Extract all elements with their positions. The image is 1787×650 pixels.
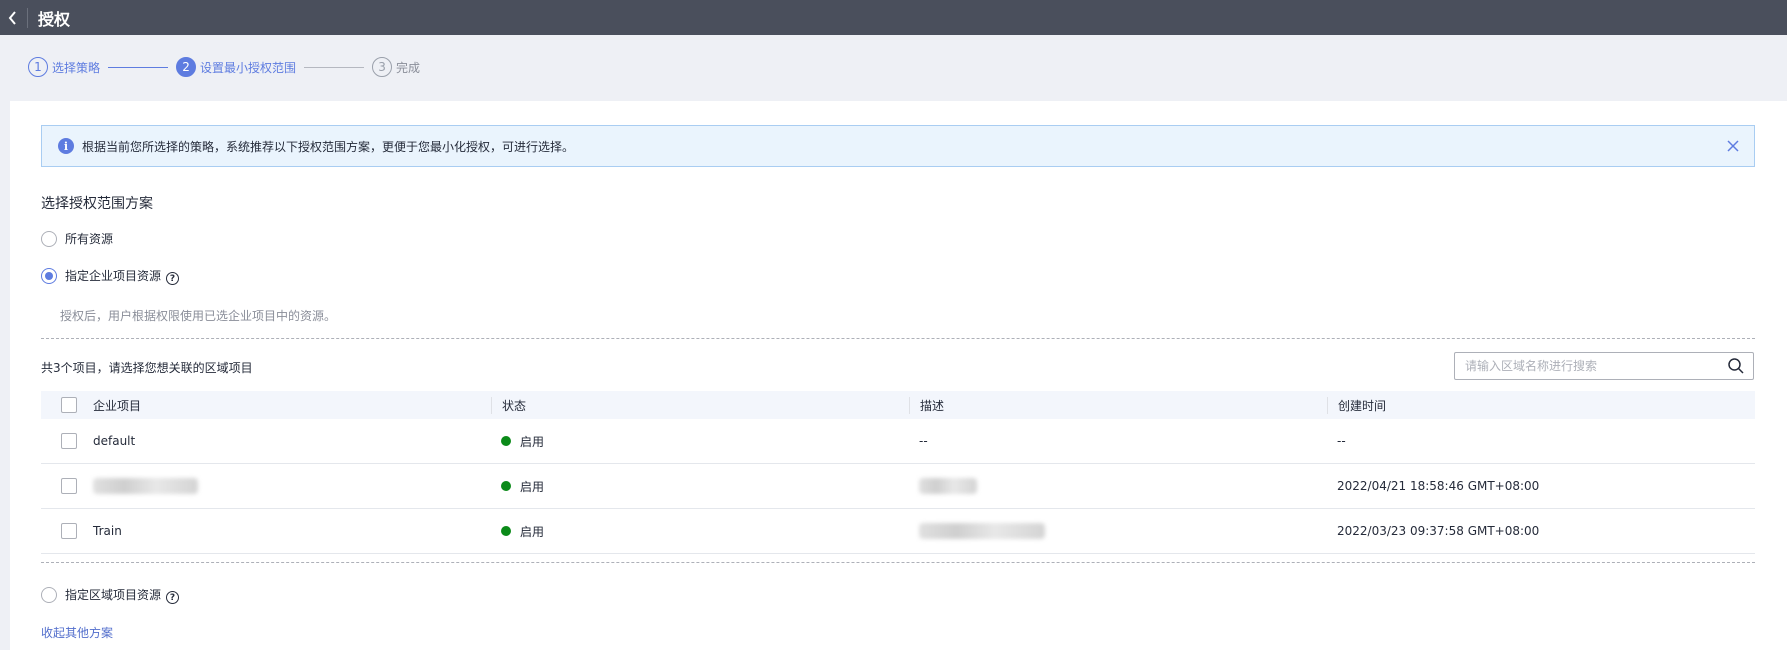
back-button[interactable] (3, 0, 23, 35)
status-cell: 启用 (491, 523, 909, 540)
column-header: 创建时间 (1327, 396, 1755, 414)
help-icon[interactable]: ? (166, 272, 180, 285)
status-cell: 启用 (491, 433, 909, 450)
steps-bar: 1 选择策略 2 设置最小授权范围 3 完成 (28, 56, 420, 78)
radio-region-project[interactable] (41, 586, 57, 603)
table-row: default 启用 -- -- (41, 419, 1755, 464)
collapse-options-link[interactable]: 收起其他方案 (41, 624, 113, 641)
project-cell (41, 478, 491, 494)
status-cell: 启用 (491, 478, 909, 495)
option-all-resources[interactable]: 所有资源 (41, 230, 113, 247)
project-name: Train (93, 524, 122, 538)
status-text: 启用 (520, 434, 545, 449)
created-time-cell: 2022/04/21 18:58:46 GMT+08:00 (1337, 479, 1540, 493)
step-number: 1 (28, 57, 48, 77)
project-cell: Train (41, 523, 491, 539)
notice-text: 根据当前您所选择的策略，系统推荐以下授权范围方案，更便于您最小化授权，可进行选择… (82, 139, 575, 154)
column-header: 描述 (909, 396, 1327, 414)
chevron-left-icon (8, 10, 16, 25)
project-table: 企业项目 状态 描述 创建时间 default 启用 -- -- 启用 2022… (41, 391, 1755, 554)
option-hint: 授权后，用户根据权限使用已选企业项目中的资源。 (60, 309, 337, 323)
project-count-text: 共3个项目，请选择您想关联的区域项目 (41, 361, 253, 375)
region-search-input[interactable] (1455, 353, 1727, 379)
redacted-description (919, 478, 977, 494)
step-label: 选择策略 (52, 60, 101, 75)
top-bar: 授权 (0, 0, 1787, 35)
created-time-cell: -- (1337, 434, 1346, 448)
select-all-checkbox[interactable] (61, 397, 77, 413)
step-select-policy: 1 选择策略 (28, 57, 100, 77)
status-dot-icon (501, 526, 511, 536)
step-label: 设置最小授权范围 (200, 60, 297, 75)
project-cell: default (41, 433, 491, 449)
dashed-divider (41, 562, 1755, 563)
step-connector (304, 66, 365, 68)
region-search-box[interactable] (1454, 352, 1754, 380)
step-label: 完成 (396, 60, 421, 75)
status-text: 启用 (520, 524, 545, 539)
description-cell: -- (919, 434, 928, 448)
project-name: default (93, 434, 136, 448)
column-header: 企业项目 (93, 398, 142, 413)
radio-enterprise-project[interactable] (41, 267, 57, 284)
table-header: 企业项目 状态 描述 创建时间 (41, 391, 1755, 419)
radio-all-resources[interactable] (41, 230, 57, 247)
radio-label: 指定企业项目资源 (65, 269, 162, 283)
divider (27, 7, 28, 28)
table-row: 启用 2022/04/21 18:58:46 GMT+08:00 (41, 464, 1755, 509)
step-set-scope: 2 设置最小授权范围 (176, 57, 296, 77)
step-finish: 3 完成 (372, 57, 420, 77)
step-number: 2 (176, 57, 197, 77)
step-connector (108, 66, 169, 68)
status-dot-icon (501, 481, 511, 491)
row-checkbox[interactable] (61, 478, 77, 494)
option-enterprise-project[interactable]: 指定企业项目资源 ? (41, 266, 180, 285)
row-checkbox[interactable] (61, 433, 77, 449)
radio-label: 所有资源 (65, 232, 114, 246)
status-text: 启用 (520, 479, 545, 494)
dashed-divider (41, 338, 1755, 339)
help-icon[interactable]: ? (166, 591, 180, 604)
radio-label: 指定区域项目资源 (65, 588, 162, 602)
redacted-project-name (93, 478, 198, 494)
redacted-description (919, 523, 1045, 539)
created-time-cell: 2022/03/23 09:37:58 GMT+08:00 (1337, 524, 1540, 538)
scope-section-title: 选择授权范围方案 (41, 196, 153, 212)
description-cell (909, 523, 1327, 539)
table-row: Train 启用 2022/03/23 09:37:58 GMT+08:00 (41, 509, 1755, 554)
column-header: 状态 (491, 396, 909, 414)
row-checkbox[interactable] (61, 523, 77, 539)
main-card: i 根据当前您所选择的策略，系统推荐以下授权范围方案，更便于您最小化授权，可进行… (10, 101, 1787, 650)
close-icon[interactable] (1726, 139, 1740, 153)
description-cell (909, 478, 1327, 494)
header-cell-project: 企业项目 (41, 397, 491, 414)
info-notice: i 根据当前您所选择的策略，系统推荐以下授权范围方案，更便于您最小化授权，可进行… (41, 125, 1755, 167)
option-region-project[interactable]: 指定区域项目资源 ? (41, 585, 180, 604)
status-dot-icon (501, 436, 511, 446)
search-icon[interactable] (1727, 357, 1745, 375)
step-number: 3 (372, 57, 393, 77)
page-title: 授权 (38, 9, 71, 29)
info-icon: i (58, 138, 74, 154)
